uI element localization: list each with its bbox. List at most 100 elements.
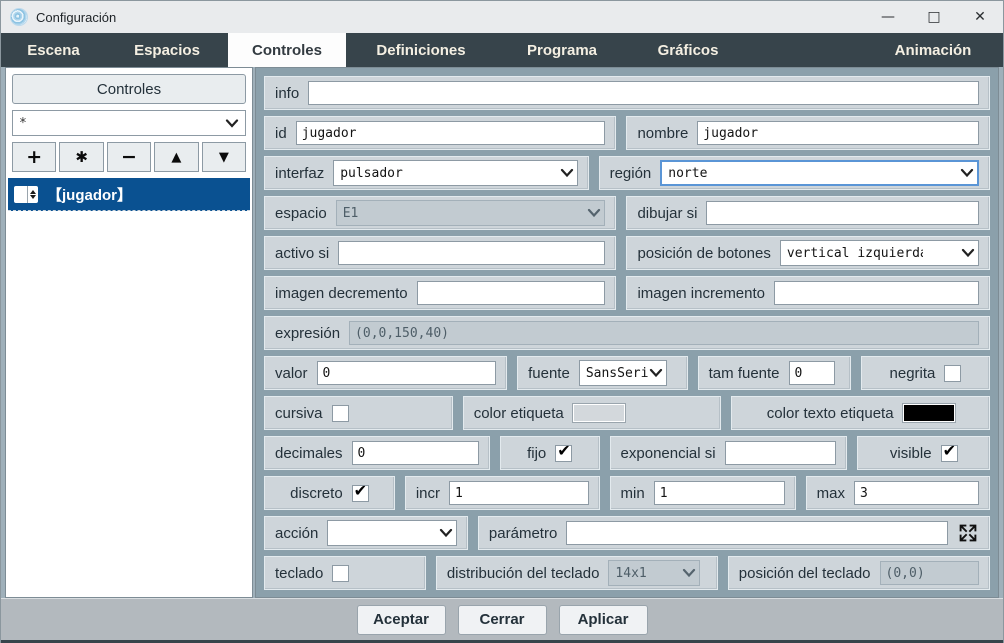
chevron-down-icon (587, 209, 601, 218)
incr-input[interactable] (449, 481, 589, 505)
field-expresion: expresión (264, 316, 990, 350)
expand-editor-icon[interactable] (957, 522, 979, 544)
add-control-button[interactable]: + (12, 142, 56, 172)
negrita-checkbox[interactable] (944, 365, 961, 382)
dibujar-si-label: dibujar si (637, 205, 697, 222)
parametro-label: parámetro (489, 525, 557, 542)
aceptar-button[interactable]: Aceptar (357, 605, 446, 635)
valor-input[interactable] (317, 361, 497, 385)
field-dibujar-si: dibujar si (626, 196, 990, 230)
aplicar-button[interactable]: Aplicar (559, 605, 648, 635)
tab-graficos[interactable]: Gráficos (628, 33, 748, 67)
id-input[interactable] (296, 121, 606, 145)
cerrar-button[interactable]: Cerrar (458, 605, 547, 635)
field-posicion-botones: posición de botones vertical izquierda (626, 236, 990, 270)
distribucion-teclado-label: distribución del teclado (447, 565, 600, 582)
posicion-botones-select[interactable]: vertical izquierda (780, 240, 979, 266)
controls-sidebar: Controles * + ✱ − ▲ ▼ (5, 67, 253, 598)
tab-controles[interactable]: Controles (228, 33, 346, 67)
field-posicion-teclado: posición del teclado (728, 556, 990, 590)
field-region: región norte (599, 156, 990, 190)
interfaz-select[interactable]: pulsador (333, 160, 577, 186)
teclado-label: teclado (275, 565, 323, 582)
chevron-down-icon (560, 169, 574, 178)
tab-bar: Escena Espacios Controles Definiciones P… (1, 33, 1003, 67)
color-etiqueta-swatch[interactable] (573, 404, 625, 422)
field-teclado: teclado (264, 556, 426, 590)
field-negrita: negrita (861, 356, 990, 390)
field-tam-fuente: tam fuente (698, 356, 851, 390)
list-item-label: 【jugador】 (47, 184, 132, 205)
control-properties-form: info id nombre interfaz (255, 67, 999, 598)
maximize-button[interactable]: □ (911, 1, 957, 33)
teclado-checkbox[interactable] (332, 565, 349, 582)
activo-si-label: activo si (275, 245, 329, 262)
field-imagen-decremento: imagen decremento (264, 276, 616, 310)
nombre-input[interactable] (697, 121, 979, 145)
field-id: id (264, 116, 616, 150)
tab-escena[interactable]: Escena (1, 33, 106, 67)
tab-animacion[interactable]: Animación (877, 33, 989, 67)
minimize-button[interactable]: — (865, 1, 911, 33)
close-button[interactable]: ✕ (957, 1, 1003, 33)
imagen-incremento-label: imagen incremento (637, 285, 765, 302)
chevron-down-icon (682, 569, 696, 578)
move-up-button[interactable]: ▲ (154, 142, 198, 172)
chevron-down-icon (439, 529, 453, 538)
controls-header-button[interactable]: Controles (12, 74, 246, 104)
duplicate-control-button[interactable]: ✱ (59, 142, 103, 172)
color-texto-etiqueta-swatch[interactable] (903, 404, 955, 422)
field-info: info (264, 76, 990, 110)
distribucion-teclado-select: 14x1 (608, 560, 700, 586)
imagen-decremento-input[interactable] (417, 281, 606, 305)
min-input[interactable] (654, 481, 785, 505)
exponencial-si-input[interactable] (725, 441, 837, 465)
accion-select[interactable] (327, 520, 457, 546)
fuente-label: fuente (528, 365, 570, 382)
spinner-control-icon (14, 186, 38, 203)
parametro-input[interactable] (566, 521, 948, 545)
footer-bar: Aceptar Cerrar Aplicar (1, 598, 1003, 640)
field-exponencial-si: exponencial si (610, 436, 848, 470)
cursiva-label: cursiva (275, 405, 323, 422)
fuente-select[interactable]: SansSerif (579, 360, 667, 386)
field-min: min (610, 476, 796, 510)
field-max: max (806, 476, 990, 510)
move-down-button[interactable]: ▼ (202, 142, 246, 172)
chevron-down-icon (225, 119, 239, 128)
field-distribucion-teclado: distribución del teclado 14x1 (436, 556, 718, 590)
field-interfaz: interfaz pulsador (264, 156, 589, 190)
region-label: región (610, 165, 652, 182)
list-item-jugador[interactable]: 【jugador】 (8, 178, 250, 211)
tab-programa[interactable]: Programa (496, 33, 628, 67)
visible-checkbox[interactable]: ✔ (941, 445, 958, 462)
window-controls: — □ ✕ (865, 1, 1003, 33)
chevron-down-icon (961, 249, 975, 258)
controls-list: 【jugador】 (8, 178, 250, 595)
fijo-checkbox[interactable]: ✔ (555, 445, 572, 462)
decimales-input[interactable] (352, 441, 479, 465)
dibujar-si-input[interactable] (706, 201, 979, 225)
posicion-botones-label: posición de botones (637, 245, 770, 262)
cursiva-checkbox[interactable] (332, 405, 349, 422)
info-input[interactable] (308, 81, 979, 105)
controls-filter-select[interactable]: * (12, 110, 246, 136)
decimales-label: decimales (275, 445, 343, 462)
fuente-value: SansSerif (586, 366, 648, 381)
region-select[interactable]: norte (660, 160, 979, 186)
color-texto-etiqueta-label: color texto etiqueta (767, 405, 894, 422)
imagen-incremento-input[interactable] (774, 281, 979, 305)
distribucion-teclado-value: 14x1 (615, 566, 646, 581)
field-nombre: nombre (626, 116, 990, 150)
tam-fuente-label: tam fuente (709, 365, 780, 382)
remove-control-button[interactable]: − (107, 142, 151, 172)
espacio-value: E1 (343, 206, 359, 221)
tab-definiciones[interactable]: Definiciones (346, 33, 496, 67)
tab-espacios[interactable]: Espacios (106, 33, 228, 67)
expresion-label: expresión (275, 325, 340, 342)
activo-si-input[interactable] (338, 241, 605, 265)
max-label: max (817, 485, 845, 502)
discreto-checkbox[interactable]: ✔ (352, 485, 369, 502)
tam-fuente-input[interactable] (789, 361, 835, 385)
max-input[interactable] (854, 481, 979, 505)
